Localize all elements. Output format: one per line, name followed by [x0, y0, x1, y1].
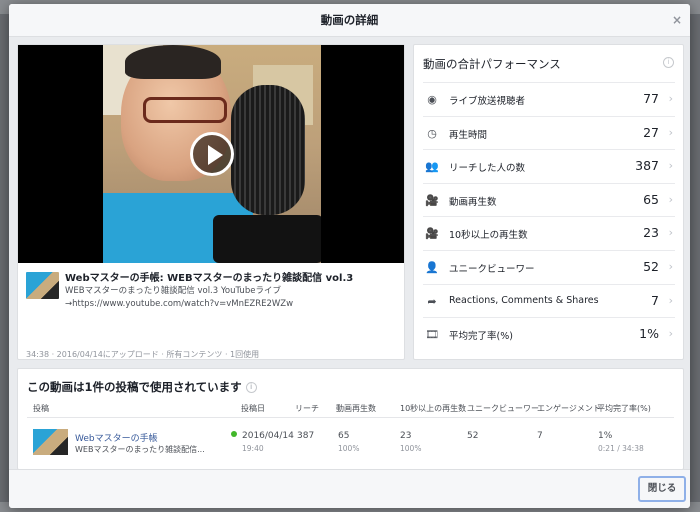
video-description: WEBマスターのまったり雑談配信 vol.3 YouTubeライブ →https… — [65, 286, 294, 309]
video-meta: 34:38 · 2016/04/14にアップロード · 所有コンテンツ · 1回… — [26, 350, 260, 359]
post-date: 2016/04/14 — [231, 431, 294, 441]
perf-row-value: 65 — [643, 191, 659, 207]
perf-row-value: 23 — [643, 225, 659, 241]
perf-row[interactable]: ◷ 再生時間 27 › — [423, 115, 675, 150]
perf-row[interactable]: 🎞 平均完了率(%) 1% › — [423, 317, 675, 351]
modal-title: 動画の詳細 — [320, 13, 379, 27]
video-title: Webマスターの手帳: WEBマスターのまったり雑談配信 vol.3 — [65, 273, 354, 284]
posts-title-text: この動画は1件の投稿で使用されています — [27, 380, 242, 394]
header-views: 動画再生数 — [336, 404, 376, 413]
info-icon[interactable]: i — [245, 382, 257, 393]
post-views10-pct: 100% — [400, 444, 422, 453]
video-details-modal: 動画の詳細 × Webマスターの手帳: WEBマスターのまったり雑談配信 vol… — [9, 4, 690, 508]
video-player[interactable] — [18, 45, 404, 263]
chevron-right-icon[interactable]: › — [669, 260, 673, 273]
perf-row-value: 1% — [639, 326, 659, 342]
perf-row[interactable]: 👥 リーチした人の数 387 › — [423, 149, 675, 183]
perf-row-value: 77 — [643, 91, 659, 106]
post-thumbnail[interactable] — [33, 429, 68, 455]
header-views10: 10秒以上の再生数 — [400, 404, 467, 413]
divider — [27, 417, 674, 418]
header-date: 投稿日 — [241, 404, 265, 413]
post-completion: 1% — [598, 431, 613, 441]
perf-row-value: 387 — [635, 158, 659, 174]
posts-card: この動画は1件の投稿で使用されています i 投稿 投稿日 リーチ 動画再生数 10… — [17, 368, 684, 470]
close-button[interactable]: 閉じる — [638, 476, 686, 502]
chevron-right-icon[interactable]: › — [669, 92, 673, 105]
video-camera-icon: 🎥 — [425, 193, 439, 207]
perf-row-label: ライブ放送視聴者 — [449, 96, 526, 107]
posts-title: この動画は1件の投稿で使用されています i — [27, 379, 257, 395]
chevron-right-icon[interactable]: › — [669, 327, 673, 340]
chevron-right-icon[interactable]: › — [669, 159, 673, 172]
modal-header: 動画の詳細 × — [9, 4, 690, 37]
perf-row-value: 27 — [643, 124, 659, 140]
chevron-right-icon[interactable]: › — [669, 294, 673, 307]
post-completion-detail: 0:21 / 34:38 — [598, 444, 644, 453]
post-views: 65 — [338, 431, 350, 441]
perf-row-label: リーチした人の数 — [449, 163, 526, 175]
people-icon: 👥 — [425, 160, 439, 174]
chevron-right-icon[interactable]: › — [669, 226, 673, 239]
perf-row[interactable]: ➦ Reactions, Comments & Shares 7 › — [423, 283, 675, 318]
post-views10: 23 — [400, 431, 412, 441]
header-completion: 平均完了率(%) — [597, 404, 651, 413]
modal-footer: 閉じる — [9, 469, 690, 508]
perf-row-value: 52 — [643, 259, 659, 274]
clock-icon: ◷ — [427, 126, 437, 140]
header-unique: ユニークビューワー — [467, 404, 539, 413]
chevron-right-icon[interactable]: › — [669, 126, 673, 139]
perf-row[interactable]: 🎥 10秒以上の再生数 23 › — [423, 216, 675, 250]
post-unique: 52 — [467, 431, 479, 441]
post-name[interactable]: Webマスターの手帳 — [75, 434, 158, 444]
perf-row-label: 10秒以上の再生数 — [449, 230, 528, 242]
post-link[interactable]: Webマスターの手帳 — [75, 431, 158, 444]
post-subtitle: WEBマスターのまったり雑談配信... — [75, 445, 205, 454]
post-reach: 387 — [297, 431, 315, 441]
header-engagement: エンゲージメント — [537, 404, 601, 413]
perf-row-label: 動画再生数 — [449, 196, 497, 208]
video-card: Webマスターの手帳: WEBマスターのまったり雑談配信 vol.3 WEBマス… — [17, 44, 405, 360]
post-views-pct: 100% — [338, 444, 360, 453]
play-icon[interactable] — [190, 132, 234, 176]
perf-row[interactable]: 👤 ユニークビューワー 52 › — [423, 250, 675, 284]
microphone — [231, 85, 305, 215]
header-reach: リーチ — [295, 404, 319, 413]
info-icon[interactable]: i — [663, 57, 674, 68]
perf-row-value: 7 — [651, 292, 659, 308]
header-post: 投稿 — [33, 404, 49, 413]
share-arrow-icon: ➦ — [427, 294, 437, 308]
perf-row-label: Reactions, Comments & Shares — [449, 294, 599, 306]
perf-row-label: ユニークビューワー — [449, 264, 535, 275]
post-time: 19:40 — [242, 444, 264, 453]
perf-row[interactable]: ◉ ライブ放送視聴者 77 › — [423, 82, 675, 116]
post-engagement: 7 — [537, 431, 543, 441]
video-camera-icon: 🎥 — [425, 227, 439, 241]
live-status-dot — [231, 431, 237, 437]
perf-row-label: 再生時間 — [449, 129, 488, 141]
perf-row[interactable]: 🎥 動画再生数 65 › — [423, 182, 675, 217]
perf-row-label: 平均完了率(%) — [449, 331, 513, 343]
chevron-right-icon[interactable]: › — [669, 193, 673, 206]
person-icon: 👤 — [425, 261, 439, 274]
video-thumbnail — [26, 272, 59, 299]
performance-card: 動画の合計パフォーマンス i ◉ ライブ放送視聴者 77 › ◷ 再生時間 27 › 👥 リーチし… — [413, 44, 684, 360]
performance-title: 動画の合計パフォーマンス — [423, 57, 561, 71]
film-icon: 🎞 — [425, 328, 439, 342]
close-icon[interactable]: × — [672, 4, 682, 36]
eye-icon: ◉ — [427, 93, 437, 106]
